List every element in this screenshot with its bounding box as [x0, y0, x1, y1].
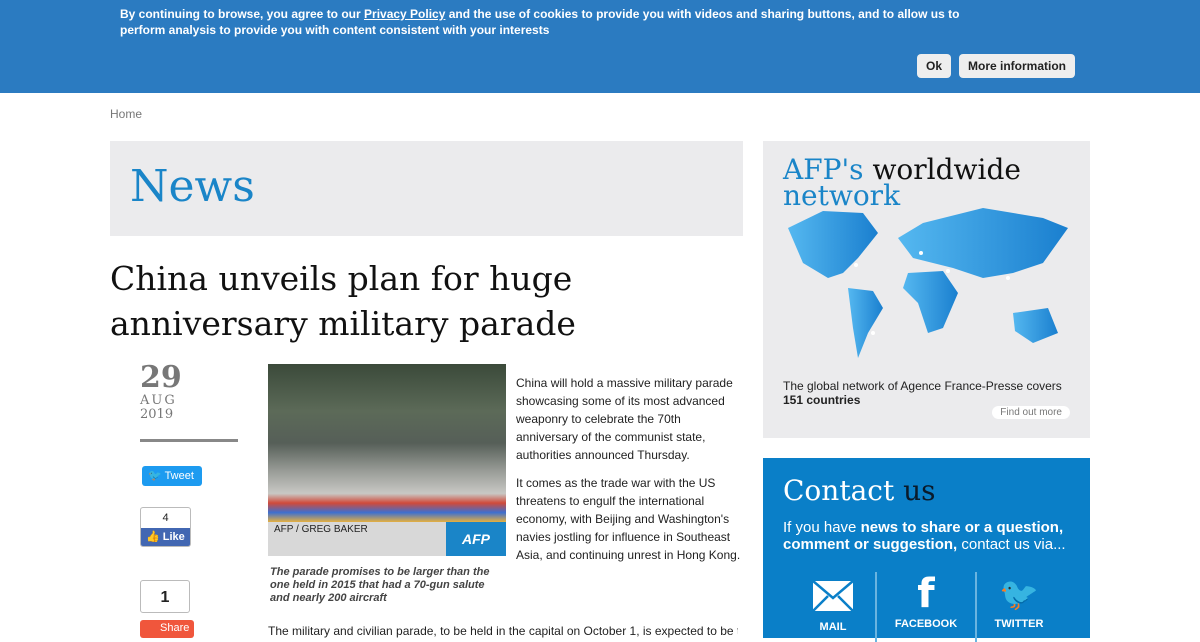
- mail-label: MAIL: [819, 621, 847, 633]
- date-year: 2019: [140, 407, 174, 422]
- afp-logo: AFP: [446, 522, 506, 556]
- contact-widget: Contact us If you have news to share or …: [763, 458, 1090, 642]
- photo-credit: AFP / GREG BAKER: [274, 524, 368, 535]
- facebook-like-button[interactable]: 4 👍 Like: [140, 507, 191, 547]
- twitter-icon: 🐦: [999, 576, 1039, 612]
- world-map-icon: [788, 208, 1068, 358]
- desc-text: The global network of Agence France-Pres…: [783, 379, 1062, 393]
- parade-image: [268, 364, 506, 522]
- contact-title: Contact us: [783, 474, 936, 507]
- network-title: AFP's worldwide network: [783, 156, 1021, 210]
- article-title: China unveils plan for huge anniversary …: [110, 259, 576, 343]
- like-label: Like: [162, 531, 185, 543]
- share-count: 1: [140, 580, 190, 613]
- contact-twitter[interactable]: 🐦 TWITTER: [969, 572, 1069, 630]
- cookie-text-start: By continuing to browse, you agree to ou…: [120, 7, 365, 21]
- photo-caption: The parade promises to be larger than th…: [270, 566, 490, 604]
- title-light: Contact: [783, 474, 904, 507]
- twitter-label: TWITTER: [994, 618, 1044, 630]
- afp-network-widget: AFP's worldwide network The global networ…: [763, 141, 1090, 438]
- breadcrumb-home[interactable]: Home: [110, 107, 142, 121]
- twitter-icon: 🐦: [148, 470, 162, 482]
- contact-mail[interactable]: MAIL: [783, 572, 883, 633]
- contact-facebook[interactable]: f FACEBOOK: [876, 572, 976, 630]
- cookie-banner: By continuing to browse, you agree to ou…: [0, 0, 1200, 93]
- section-title: News: [130, 161, 255, 212]
- tweet-label: Tweet: [164, 470, 194, 482]
- like-count: 4: [162, 512, 169, 524]
- article-photo: AFP / GREG BAKER AFP: [268, 364, 506, 556]
- network-description: The global network of Agence France-Pres…: [783, 379, 1083, 407]
- desc-1: If you have: [783, 519, 861, 536]
- more-information-button[interactable]: More information: [959, 54, 1075, 78]
- contact-description: If you have news to share or a question,…: [783, 519, 1083, 553]
- date-day: 29: [140, 360, 182, 395]
- paragraph: It comes as the trade war with the US th…: [516, 476, 741, 562]
- thumbs-up-icon: 👍: [146, 531, 160, 543]
- title-dark: us: [903, 474, 936, 507]
- paragraph: The military and civilian parade, to be …: [268, 624, 738, 638]
- desc-2: contact us via...: [957, 536, 1066, 553]
- country-count: 151 countries: [783, 393, 861, 407]
- article-body: China will hold a massive military parad…: [516, 374, 744, 574]
- cookie-text: By continuing to browse, you agree to ou…: [120, 6, 980, 38]
- date-month: AUG: [140, 393, 177, 408]
- tweet-button[interactable]: 🐦 Tweet: [142, 466, 202, 486]
- ok-button[interactable]: Ok: [917, 54, 951, 78]
- privacy-policy-link[interactable]: Privacy Policy: [364, 7, 445, 21]
- mail-icon: [812, 580, 854, 612]
- paragraph: China will hold a massive military parad…: [516, 376, 733, 462]
- facebook-icon: f: [917, 571, 935, 617]
- article-date: 29 AUG 2019: [140, 362, 182, 422]
- divider: [140, 439, 238, 442]
- facebook-label: FACEBOOK: [894, 618, 958, 630]
- section-header: News: [110, 141, 743, 236]
- find-out-more-link[interactable]: Find out more: [992, 406, 1070, 419]
- share-button[interactable]: Share: [140, 620, 194, 638]
